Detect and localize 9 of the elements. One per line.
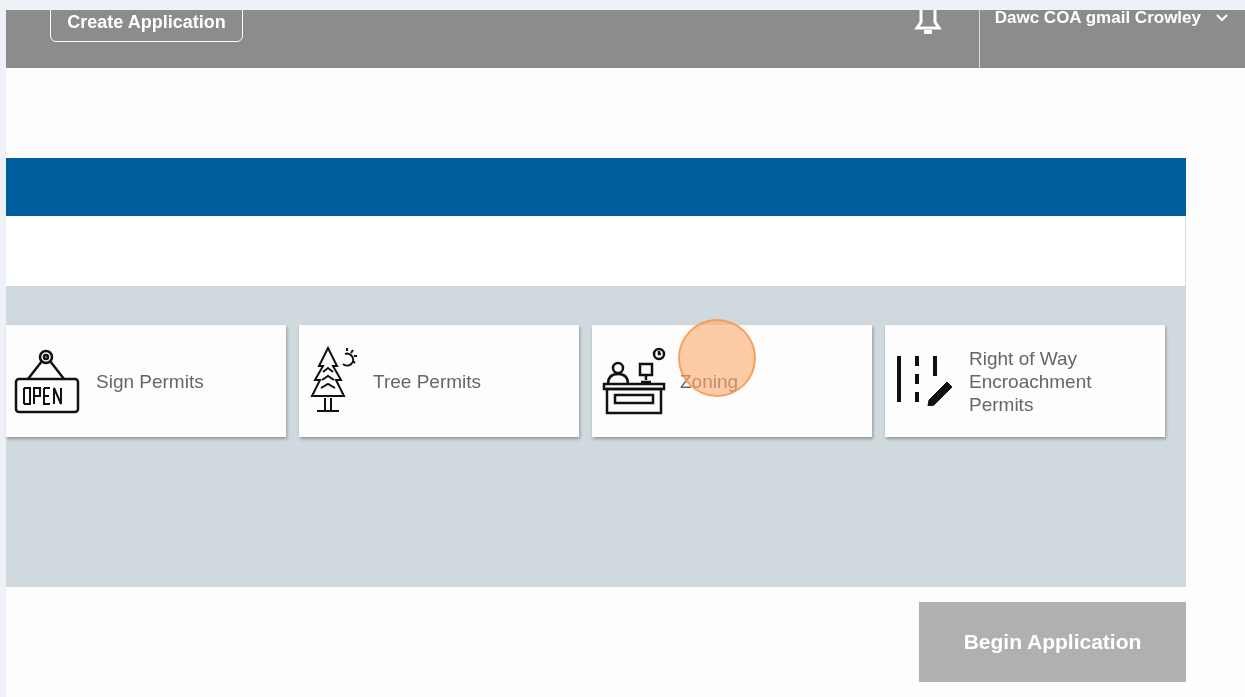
user-menu[interactable]: Dawc COA gmail Crowley — [979, 10, 1245, 33]
open-sign-icon — [14, 348, 82, 414]
permit-type-card[interactable]: Right of Way Encroachment Permits — [885, 325, 1165, 437]
create-application-button[interactable]: Create Application — [50, 10, 243, 42]
permit-type-card[interactable]: Tree Permits — [299, 325, 579, 437]
road-lines-pencil-icon — [895, 356, 955, 406]
chevron-icon — [1215, 13, 1229, 23]
reception-desk-icon — [602, 346, 666, 416]
permit-type-card[interactable]: Sign Permits — [6, 325, 286, 437]
